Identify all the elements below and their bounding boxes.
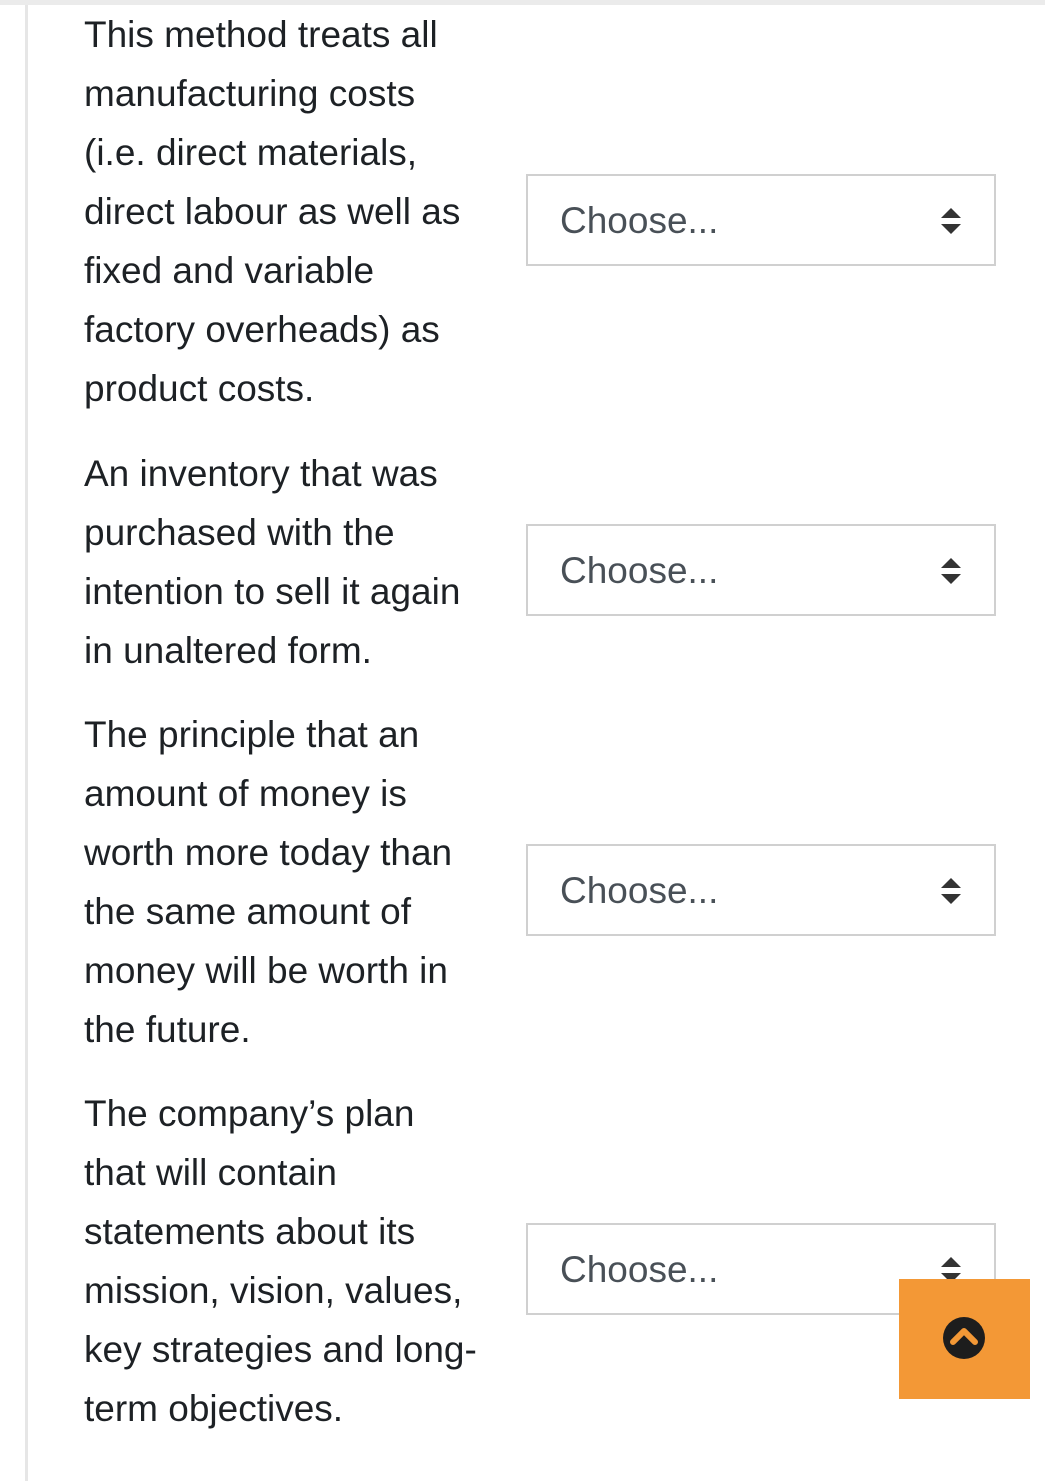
up-down-caret-icon bbox=[941, 878, 961, 904]
answer-select-3[interactable]: Choose... bbox=[526, 844, 996, 936]
circle-chevron-up-icon bbox=[943, 1317, 985, 1359]
question-text-2: An inventory that was purchased with the… bbox=[84, 453, 461, 671]
answer-select-value-2: Choose... bbox=[560, 550, 719, 591]
answer-select-value-4: Choose... bbox=[560, 1249, 719, 1290]
content-left-rule bbox=[25, 5, 28, 1481]
scroll-to-top-button[interactable] bbox=[899, 1279, 1030, 1399]
question-text-3: The principle that an amount of money is… bbox=[84, 714, 453, 1050]
question-text-4: The company’s plan that will contain sta… bbox=[84, 1093, 477, 1429]
question-text-1: This method treats all manufacturing cos… bbox=[84, 14, 461, 409]
answer-select-2[interactable]: Choose... bbox=[526, 524, 996, 616]
answer-select-value-1: Choose... bbox=[560, 200, 719, 241]
answer-select-1[interactable]: Choose... bbox=[526, 174, 996, 266]
answer-select-value-3: Choose... bbox=[560, 870, 719, 911]
up-down-caret-icon bbox=[941, 558, 961, 584]
up-down-caret-icon bbox=[941, 208, 961, 234]
